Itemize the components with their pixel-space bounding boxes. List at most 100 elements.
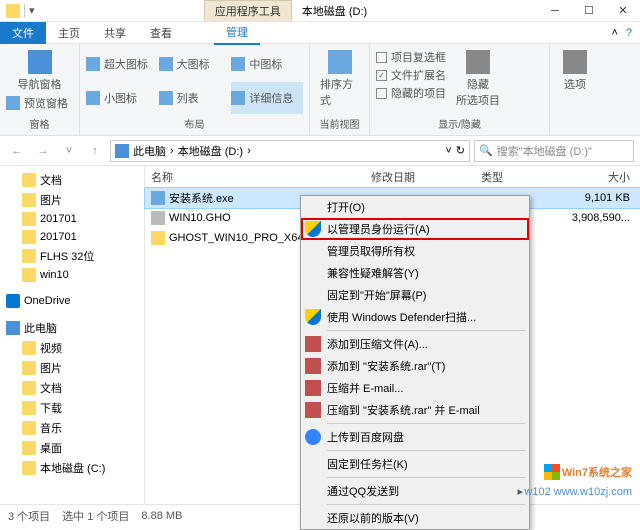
context-menu-item[interactable]: 添加到 "安装系统.rar"(T) [301,355,529,377]
maximize-button[interactable]: ☐ [572,0,606,22]
addr-dropdown-icon[interactable]: ˅ [445,145,451,157]
sidebar-item[interactable]: 201701 [0,228,144,246]
view-large-icons[interactable]: 大图标 [159,48,231,81]
folder-icon [22,341,36,355]
view-details[interactable]: 详细信息 [231,82,303,115]
shield-icon [305,309,321,325]
qat-dropdown-icon[interactable]: ▾ [29,4,43,18]
pc-icon [6,321,20,335]
file-size: 3,908,590... [572,212,640,224]
context-menu-item[interactable]: 压缩到 "安装系统.rar" 并 E-mail [301,399,529,421]
watermark: Win7系统之家 [544,464,632,480]
sidebar-item[interactable]: 视频 [0,338,144,358]
address-bar-row: ← → ˅ ↑ 此电脑 › 本地磁盘 (D:) › ˅ ↻ 🔍 搜索"本地磁盘 … [0,136,640,166]
col-size[interactable]: 大小 [545,169,640,185]
minimize-button[interactable]: ─ [538,0,572,22]
quick-access-toolbar: ▾ [0,4,43,18]
file-size: 9,101 KB [585,192,640,204]
context-menu-item[interactable]: 固定到"开始"屏幕(P) [301,284,529,306]
breadcrumb-thispc[interactable]: 此电脑 [133,143,166,159]
context-menu-item[interactable]: 兼容性疑难解答(Y) [301,262,529,284]
hide-selected-button[interactable]: 隐藏 所选项目 [452,48,504,114]
baidu-icon [305,429,321,445]
file-menu[interactable]: 文件 [0,22,46,44]
showhide-group-label: 显示/隐藏 [376,114,543,131]
sidebar-item[interactable]: win10 [0,266,144,284]
view-list[interactable]: 列表 [159,82,231,115]
context-menu-item[interactable]: 使用 Windows Defender扫描... [301,306,529,328]
sidebar-item-label: 文档 [40,172,62,188]
sidebar-item[interactable]: FLHS 32位 [0,246,144,266]
blank-icon [305,287,321,303]
context-menu-item[interactable]: 上传到百度网盘 [301,426,529,448]
sidebar-item[interactable]: 桌面 [0,438,144,458]
sidebar-item[interactable]: 本地磁盘 (C:) [0,458,144,478]
checkbox-item-boxes[interactable]: 项目复选框 [376,48,446,66]
checkbox-file-ext[interactable]: ✓文件扩展名 [376,66,446,84]
medium-icon [231,57,245,71]
context-menu-item[interactable]: 还原以前的版本(V) [301,507,529,529]
context-menu-item[interactable]: 管理员取得所有权 [301,240,529,262]
options-button[interactable]: 选项 [556,48,594,94]
tab-home[interactable]: 主页 [46,22,92,44]
rar-icon [305,380,321,396]
context-menu-item[interactable]: 打开(O) [301,196,529,218]
sidebar-item[interactable]: 音乐 [0,418,144,438]
breadcrumb-location[interactable]: 本地磁盘 (D:) [178,143,243,159]
nav-pane-button[interactable]: 导航窗格 [6,48,73,94]
col-modified[interactable]: 修改日期 [365,169,475,185]
folder-icon [22,381,36,395]
view-small-icons[interactable]: 小图标 [86,82,158,115]
view-medium-icons[interactable]: 中图标 [231,48,303,81]
sidebar-item-label: 图片 [40,360,62,376]
context-menu-item[interactable]: 压缩并 E-mail... [301,377,529,399]
pc-icon [115,144,129,158]
checkbox-hidden[interactable]: 隐藏的项目 [376,84,446,102]
recent-button[interactable]: ˅ [58,140,80,162]
search-box[interactable]: 🔍 搜索"本地磁盘 (D:)" [474,140,634,162]
rar-icon [305,336,321,352]
tab-manage[interactable]: 管理 [214,21,260,45]
sidebar-onedrive[interactable]: OneDrive [0,292,144,310]
sidebar-item[interactable]: 201701 [0,210,144,228]
sidebar-thispc[interactable]: 此电脑 [0,318,144,338]
sidebar-item-label: FLHS 32位 [40,248,94,264]
tab-share[interactable]: 共享 [92,22,138,44]
chevron-right-icon[interactable]: › [170,145,174,157]
sidebar-item[interactable]: 图片 [0,190,144,210]
col-name[interactable]: 名称 [145,169,365,185]
folder-icon [22,249,36,263]
file-icon [151,191,165,205]
forward-button[interactable]: → [32,140,54,162]
context-menu-item[interactable]: 通过QQ发送到▸ [301,480,529,502]
sort-button[interactable]: 排序方式 [316,48,363,110]
rar-icon [305,358,321,374]
help-icon[interactable]: ? [626,27,632,39]
address-bar[interactable]: 此电脑 › 本地磁盘 (D:) › ˅ ↻ [110,140,470,162]
status-selected: 选中 1 个项目 [62,508,129,524]
view-xlarge-icons[interactable]: 超大图标 [86,48,158,81]
back-button[interactable]: ← [6,140,28,162]
nav-pane-icon [28,50,52,74]
close-button[interactable]: ✕ [606,0,640,22]
small-icon [86,91,100,105]
up-button[interactable]: ↑ [84,140,106,162]
context-menu-item[interactable]: 以管理员身份运行(A) [301,218,529,240]
folder-icon [22,193,36,207]
ribbon-collapse-icon[interactable]: ˄ [611,27,617,39]
chevron-right-icon[interactable]: › [247,145,251,157]
col-type[interactable]: 类型 [475,169,545,185]
nav-sidebar: 文档图片201701201701FLHS 32位win10 OneDrive 此… [0,166,145,504]
context-item-label: 兼容性疑难解答(Y) [327,265,419,281]
blank-icon [305,265,321,281]
sidebar-item[interactable]: 文档 [0,378,144,398]
context-menu-item[interactable]: 添加到压缩文件(A)... [301,333,529,355]
contextual-tab-tools[interactable]: 应用程序工具 [204,0,292,21]
sidebar-item[interactable]: 图片 [0,358,144,378]
tab-view[interactable]: 查看 [138,22,184,44]
refresh-icon[interactable]: ↻ [456,144,465,157]
sidebar-item[interactable]: 文档 [0,170,144,190]
preview-pane-button[interactable]: 预览窗格 [6,94,73,112]
context-menu-item[interactable]: 固定到任务栏(K) [301,453,529,475]
sidebar-item[interactable]: 下载 [0,398,144,418]
